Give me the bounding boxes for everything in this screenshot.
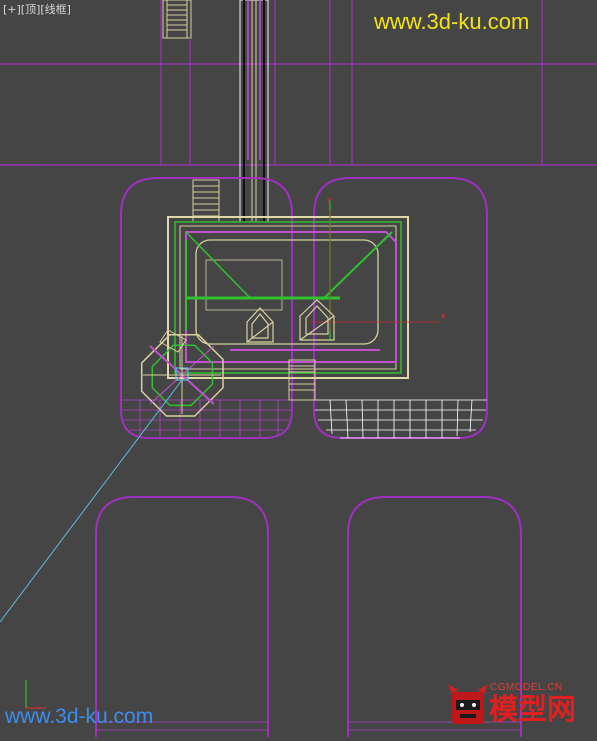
axis-y-label: y: [327, 195, 332, 204]
pavilion-right: [299, 299, 335, 341]
watermark-bottom: www.3d-ku.com: [5, 705, 154, 728]
octagonal-gazebo: [140, 333, 224, 417]
logo-title-text: 模型网: [489, 692, 577, 726]
pavilion-left: [246, 307, 274, 343]
viewport-label[interactable]: [+][顶][线框]: [3, 1, 71, 17]
left-island-mesh: [121, 399, 292, 438]
axis-gizmo: [25, 680, 46, 709]
island-outlines: [95, 177, 522, 737]
watermark-top: www.3d-ku.com: [374, 9, 530, 34]
main-building: [167, 200, 441, 379]
axis-x-label: x: [441, 311, 446, 320]
central-walkway: [239, 0, 269, 223]
stair-north: [192, 179, 220, 223]
camera-target-line: [0, 379, 183, 623]
wireframe-scene[interactable]: [0, 0, 597, 737]
top-ladder: [162, 0, 192, 39]
devil-mascot-icon: [448, 684, 488, 724]
top-wireframe-viewport[interactable]: [+][顶][线框] x y www.3d-ku.com www.3d-ku.c…: [0, 0, 597, 737]
right-island-mesh: [314, 399, 487, 439]
